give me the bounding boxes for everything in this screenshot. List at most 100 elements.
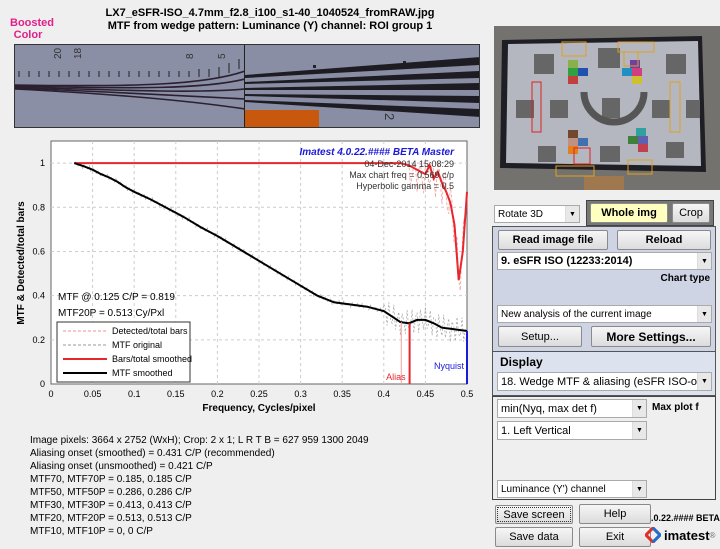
display-label: Display bbox=[500, 355, 543, 369]
x-tick-label: 0.1 bbox=[128, 389, 141, 399]
y-axis-label: MTF & Detected/total bars bbox=[16, 201, 27, 325]
y-tick-label: 0.4 bbox=[32, 291, 45, 301]
chart-type-label: Chart type bbox=[660, 273, 710, 284]
registered-mark: ® bbox=[709, 530, 716, 540]
help-button[interactable]: Help bbox=[579, 504, 651, 524]
analysis-select-value: New analysis of the current image bbox=[501, 308, 652, 320]
x-tick-label: 0.3 bbox=[294, 389, 307, 399]
display-select[interactable]: 18. Wedge MTF & aliasing (eSFR ISO-o... … bbox=[497, 372, 712, 391]
legend-label: MTF original bbox=[112, 340, 162, 350]
mtf-plot: 0 0.05 0.1 0.15 0.2 0.25 0.3 0.35 0.4 0.45 0.5 0 0.… bbox=[14, 133, 480, 415]
legend-label: Detected/total bars bbox=[112, 326, 188, 336]
y-ticks: 0 0.2 0.4 0.6 0.8 1 bbox=[32, 158, 45, 389]
analysis-select[interactable]: New analysis of the current image ▼ bbox=[497, 305, 712, 323]
chevron-down-icon: ▼ bbox=[632, 481, 646, 497]
x-tick-label: 0.2 bbox=[211, 389, 224, 399]
version-label: .0.22.#### BETA bbox=[651, 513, 720, 523]
x-tick-label: 0.05 bbox=[84, 389, 102, 399]
legend-label: Bars/total smoothed bbox=[112, 354, 192, 364]
max-plot-label: Max plot f bbox=[652, 402, 699, 413]
x-ticks: 0 0.05 0.1 0.15 0.2 0.25 0.3 0.35 0.4 0.45 0.5 bbox=[48, 389, 473, 399]
chevron-down-icon: ▼ bbox=[697, 373, 711, 390]
plot-title: LX7_eSFR-ISO_4.7mm_f2.8_i100_s1-40_10405… bbox=[60, 7, 480, 33]
x-tick-label: 0 bbox=[48, 389, 53, 399]
chevron-down-icon: ▼ bbox=[697, 253, 711, 269]
wedge-left-graphic: 20 18 8 5 bbox=[15, 47, 244, 110]
chart-thumbnail[interactable] bbox=[494, 26, 720, 190]
info-line: Image pixels: 3664 x 2752 (WxH); Crop: 2… bbox=[30, 435, 369, 446]
ruler-label: 5 bbox=[217, 53, 228, 59]
thumbnail-graphic bbox=[494, 26, 720, 190]
channel-select[interactable]: Luminance (Y') channel ▼ bbox=[497, 480, 647, 498]
ruler-label: 18 bbox=[73, 47, 84, 59]
y-tick-label: 0 bbox=[40, 379, 45, 389]
info-line: MTF30, MTF30P = 0.413, 0.413 C/P bbox=[30, 500, 192, 511]
results-text: Image pixels: 3664 x 2752 (WxH); Crop: 2… bbox=[30, 434, 369, 538]
wedge-number: 2 bbox=[382, 113, 397, 120]
exit-button[interactable]: Exit bbox=[579, 527, 651, 547]
chart-type-value: 9. eSFR ISO (12233:2014) bbox=[501, 255, 633, 267]
gamma-annotation: Hyperbolic gamma = 0.5 bbox=[356, 181, 454, 191]
y-tick-label: 0.6 bbox=[32, 246, 45, 256]
roi-select-value: 1. Left Vertical bbox=[501, 424, 571, 437]
save-data-button[interactable]: Save data bbox=[495, 527, 573, 547]
display-select-value: 18. Wedge MTF & aliasing (eSFR ISO-o... bbox=[501, 375, 707, 388]
x-tick-label: 0.35 bbox=[333, 389, 351, 399]
y-tick-label: 0.8 bbox=[32, 202, 45, 212]
more-settings-button[interactable]: More Settings... bbox=[591, 326, 711, 347]
chevron-down-icon: ▼ bbox=[697, 306, 711, 322]
chevron-down-icon: ▼ bbox=[565, 206, 579, 222]
ruler-label: 20 bbox=[53, 47, 64, 59]
info-line: MTF70, MTF70P = 0.185, 0.185 C/P bbox=[30, 474, 192, 485]
chevron-down-icon: ▼ bbox=[632, 422, 646, 439]
mtf-chart: 0 0.05 0.1 0.15 0.2 0.25 0.3 0.35 0.4 0.45 0.5 0 0.… bbox=[16, 140, 473, 414]
x-tick-label: 0.45 bbox=[417, 389, 435, 399]
chevron-down-icon: ▼ bbox=[632, 400, 646, 417]
nyquist-label: Nyquist bbox=[434, 361, 465, 371]
info-line: MTF10, MTF10P = 0, 0 C/P bbox=[30, 526, 153, 537]
imatest-logo: imatest ® bbox=[645, 527, 715, 543]
x-tick-label: 0.15 bbox=[167, 389, 185, 399]
mtf-at-annotation: MTF @ 0.125 C/P = 0.819 bbox=[58, 292, 175, 303]
crop-button[interactable]: Crop bbox=[672, 203, 710, 223]
save-screen-button[interactable]: Save screen bbox=[495, 505, 573, 524]
max-freq-annotation: Max chart freq = 0.569 c/p bbox=[349, 170, 454, 180]
read-image-file-button[interactable]: Read image file bbox=[498, 230, 608, 250]
max-plot-select[interactable]: min(Nyq, max det f) ▼ bbox=[497, 399, 647, 418]
version-annotation: Imatest 4.0.22.#### BETA Master bbox=[299, 147, 455, 158]
x-axis-label: Frequency, Cycles/pixel bbox=[202, 403, 315, 414]
whole-img-button[interactable]: Whole img bbox=[590, 203, 668, 223]
x-tick-label: 0.5 bbox=[461, 389, 474, 399]
wedge-crop-right: 2 bbox=[245, 45, 479, 127]
wedge-crop-left: 20 18 8 5 bbox=[15, 45, 245, 127]
alias-label: Alias bbox=[386, 372, 406, 382]
channel-select-value: Luminance (Y') channel bbox=[501, 483, 606, 495]
legend-label: MTF smoothed bbox=[112, 368, 173, 378]
wedge-crop-images: 20 18 8 5 2 bbox=[14, 44, 480, 128]
y-tick-label: 0.2 bbox=[32, 335, 45, 345]
info-line: MTF50, MTF50P = 0.286, 0.286 C/P bbox=[30, 487, 192, 498]
x-tick-label: 0.4 bbox=[378, 389, 391, 399]
brand-name: imatest bbox=[664, 527, 710, 543]
y-tick-label: 1 bbox=[40, 158, 45, 168]
date-annotation: 04-Dec-2014 15:08:29 bbox=[364, 159, 454, 169]
chart-type-select[interactable]: 9. eSFR ISO (12233:2014) ▼ bbox=[497, 252, 712, 270]
ruler-label: 8 bbox=[185, 53, 196, 59]
info-line: Aliasing onset (unsmoothed) = 0.421 C/P bbox=[30, 461, 213, 472]
max-plot-value: min(Nyq, max det f) bbox=[501, 402, 597, 415]
info-line: Aliasing onset (smoothed) = 0.431 C/P (r… bbox=[30, 448, 275, 459]
legend: Detected/total bars MTF original Bars/to… bbox=[56, 321, 192, 383]
x-tick-label: 0.25 bbox=[250, 389, 268, 399]
setup-button[interactable]: Setup... bbox=[498, 326, 582, 347]
rotate-select-value: Rotate 3D bbox=[498, 208, 544, 220]
rotate-select[interactable]: Rotate 3D ▼ bbox=[494, 205, 580, 223]
reload-button[interactable]: Reload bbox=[617, 230, 711, 250]
info-line: MTF20, MTF20P = 0.513, 0.513 C/P bbox=[30, 513, 192, 524]
filename: LX7_eSFR-ISO_4.7mm_f2.8_i100_s1-40_10405… bbox=[105, 7, 435, 19]
mtf20p-annotation: MTF20P = 0.513 Cy/Pxl bbox=[58, 308, 164, 319]
boosted-color-label: Boosted Color bbox=[10, 17, 54, 41]
wedge-right-graphic: 2 bbox=[245, 57, 479, 127]
imatest-logo-icon bbox=[645, 527, 661, 543]
roi-select[interactable]: 1. Left Vertical ▼ bbox=[497, 421, 647, 440]
subtitle: MTF from wedge pattern: Luminance (Y) ch… bbox=[107, 20, 433, 32]
